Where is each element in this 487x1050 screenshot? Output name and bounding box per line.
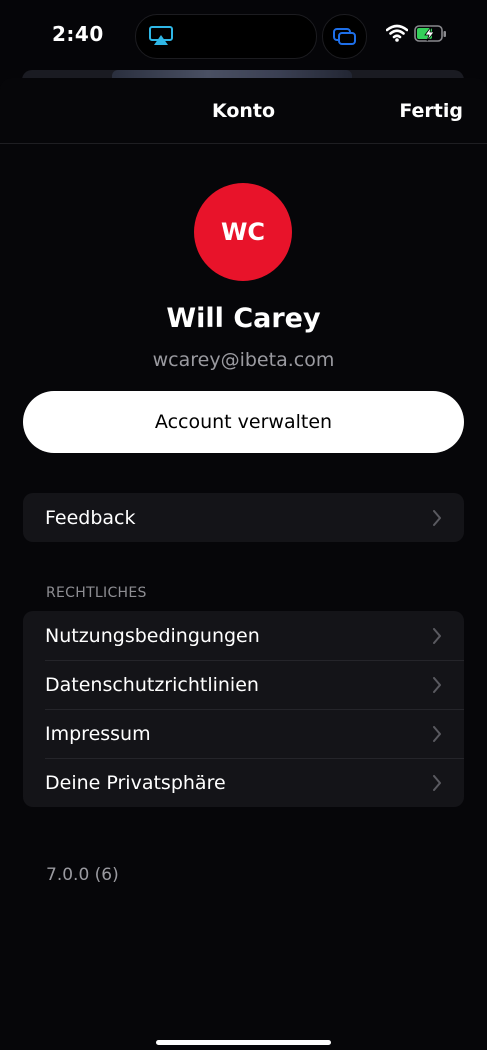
privacy-policy-row[interactable]: Datenschutzrichtlinien — [23, 660, 464, 709]
done-button[interactable]: Fertig — [399, 100, 463, 122]
app-version: 7.0.0 (6) — [46, 865, 119, 885]
status-time: 2:40 — [52, 22, 104, 46]
chevron-right-icon — [433, 677, 441, 693]
terms-row[interactable]: Nutzungsbedingungen — [23, 611, 464, 660]
screen-share-icon — [333, 28, 356, 45]
chevron-right-icon — [433, 775, 441, 791]
feedback-group: Feedback — [23, 493, 464, 542]
avatar: WC — [194, 183, 292, 281]
privacy-policy-label: Datenschutzrichtlinien — [45, 673, 259, 696]
manage-account-label: Account verwalten — [154, 411, 333, 433]
chevron-right-icon — [433, 726, 441, 742]
nav-bar: Konto Fertig — [0, 78, 487, 144]
screen: 2:40 Konto Fertig WC Will Carey wcarey@i… — [0, 0, 487, 1050]
imprint-label: Impressum — [45, 722, 151, 745]
avatar-initials: WC — [220, 218, 266, 246]
chevron-right-icon — [433, 628, 441, 644]
wifi-icon — [386, 24, 408, 42]
chevron-right-icon — [433, 510, 441, 526]
imprint-row[interactable]: Impressum — [23, 709, 464, 758]
your-privacy-row[interactable]: Deine Privatsphäre — [23, 758, 464, 807]
legal-group: Nutzungsbedingungen Datenschutzrichtlini… — [23, 611, 464, 807]
screen-share-pill[interactable] — [322, 14, 367, 59]
airplay-icon — [149, 26, 173, 45]
battery-charging-icon — [414, 25, 446, 42]
status-bar: 2:40 — [0, 0, 487, 70]
legal-section-header: RECHTLICHES — [46, 585, 147, 601]
user-name: Will Carey — [166, 303, 321, 334]
account-sheet: Konto Fertig WC Will Carey wcarey@ibeta.… — [0, 78, 487, 1050]
feedback-row[interactable]: Feedback — [23, 493, 464, 542]
terms-label: Nutzungsbedingungen — [45, 624, 260, 647]
feedback-label: Feedback — [45, 506, 136, 529]
user-email: wcarey@ibeta.com — [152, 349, 335, 371]
your-privacy-label: Deine Privatsphäre — [45, 771, 226, 794]
dynamic-island[interactable] — [135, 14, 317, 59]
manage-account-button[interactable]: Account verwalten — [23, 391, 464, 453]
home-indicator[interactable] — [156, 1040, 331, 1045]
